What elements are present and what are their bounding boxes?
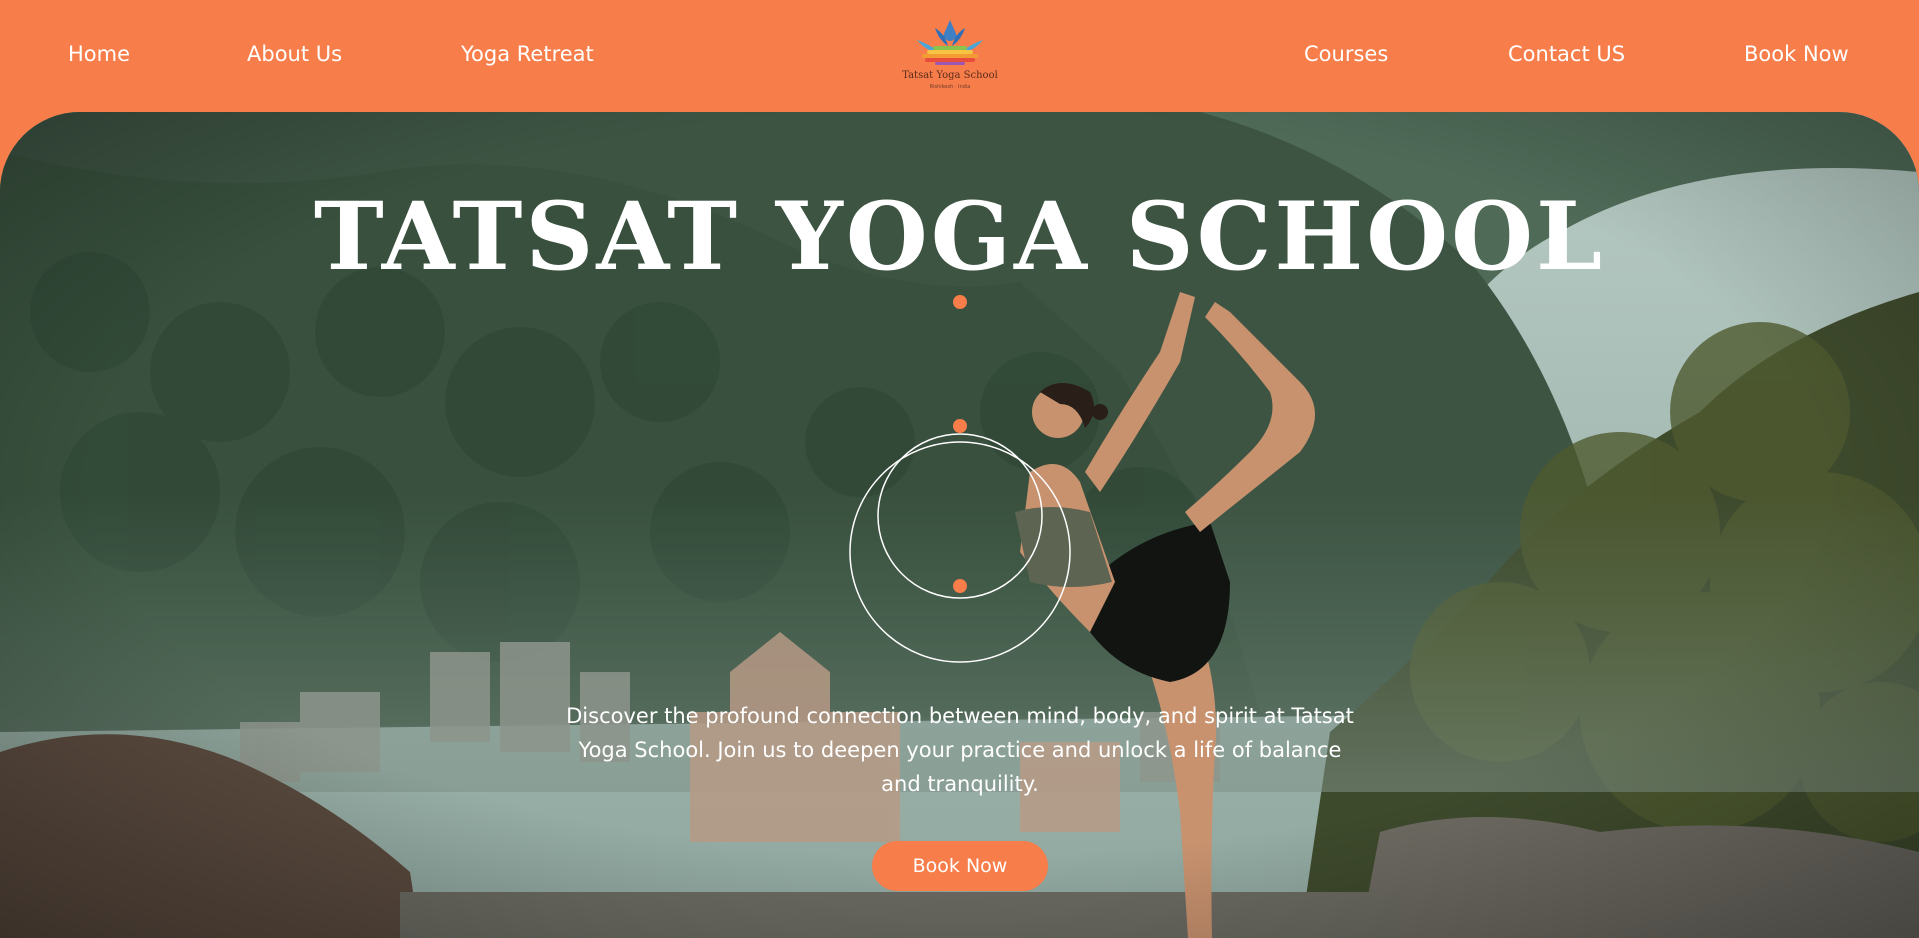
page: Home About Us Yoga Retreat Tatsat Yoga S [0,0,1919,938]
nav-book-now-link[interactable]: Book Now [1744,40,1849,68]
hero-description: Discover the profound connection between… [566,704,1354,796]
accent-dot [953,419,967,433]
nav-contact-link[interactable]: Contact US [1508,40,1625,68]
nav-yoga-retreat-link[interactable]: Yoga Retreat [461,40,594,68]
accent-dot [953,579,967,593]
nav-home-link[interactable]: Home [68,40,130,68]
hero-book-now-button[interactable]: Book Now [872,841,1048,891]
site-logo[interactable]: Tatsat Yoga School Rishikesh · India [895,14,1005,98]
nav-courses-link[interactable]: Courses [1304,40,1388,68]
lotus-icon [917,20,983,65]
decorative-circles [849,433,1071,663]
logo-tagline: Rishikesh · India [929,84,971,90]
site-header: Home About Us Yoga Retreat Tatsat Yoga S [0,0,1919,112]
accent-dot [953,295,967,309]
hero-section: TATSAT YOGA SCHOOL Discover the profound… [0,112,1919,938]
logo-wordmark: Tatsat Yoga School [902,70,998,81]
nav-about-link[interactable]: About Us [247,40,342,68]
hero-title: TATSAT YOGA SCHOOL [313,182,1606,292]
